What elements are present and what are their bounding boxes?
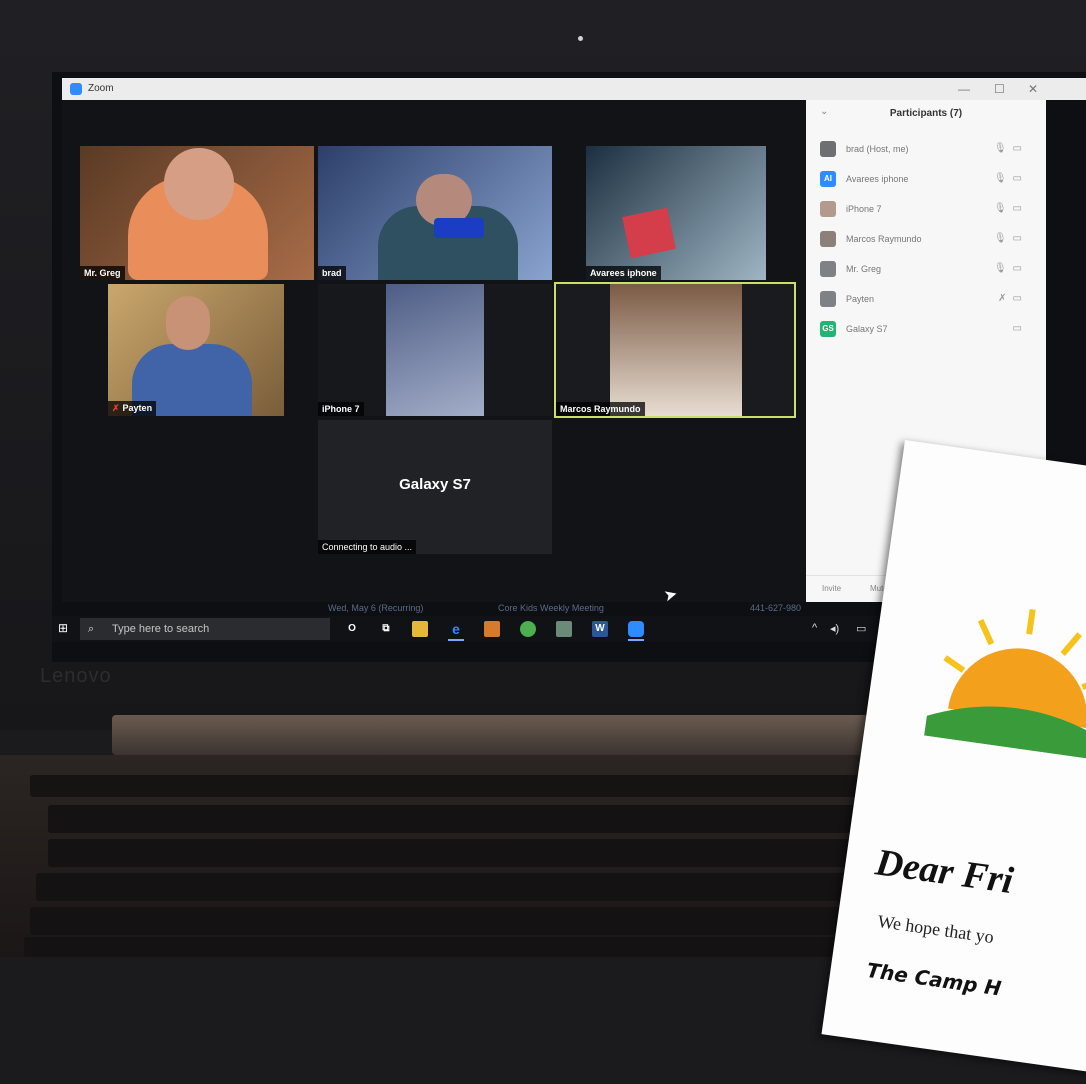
tile-name-label: Marcos Raymundo xyxy=(556,402,645,416)
function-key-row xyxy=(30,775,930,797)
cortana-icon[interactable]: O xyxy=(344,621,360,637)
participant-name: Marcos Raymundo xyxy=(846,234,922,244)
mic-camera-icons: 🎙▭ xyxy=(993,143,1028,154)
mic-muted-camera-icons: ✗▭ xyxy=(998,293,1028,304)
letter-body-text: We hope that yo xyxy=(876,910,996,948)
participant-item[interactable]: brad (Host, me) 🎙▭ xyxy=(816,140,1036,162)
close-button[interactable]: ✕ xyxy=(1028,78,1038,100)
participants-title: Participants (7) xyxy=(889,108,963,119)
participant-item[interactable]: Mr. Greg 🎙▭ xyxy=(816,260,1036,282)
tile-name-label: Avarees iphone xyxy=(586,266,661,280)
word-icon[interactable]: W xyxy=(592,621,608,637)
video-gallery: Mr. Greg brad Avarees iphone ✗ Payten iPh… xyxy=(62,100,806,602)
meeting-phone: 441-627-980 xyxy=(750,603,802,613)
volume-icon[interactable]: ◂) xyxy=(830,622,839,635)
tray-chevron-icon[interactable]: ^ xyxy=(812,622,817,634)
sunrise-logo-icon xyxy=(924,608,1086,761)
participant-video xyxy=(610,284,742,416)
qwerty-key-row xyxy=(48,839,948,867)
search-placeholder: Type here to search xyxy=(112,623,210,635)
phone-in-hand xyxy=(434,218,484,238)
tile-center-name: Galaxy S7 xyxy=(399,476,471,493)
chrome-icon[interactable] xyxy=(520,621,536,637)
avatar xyxy=(820,231,836,247)
mic-camera-off-icons: 🎙▭ xyxy=(993,233,1028,244)
laptop-brand-logo: Lenovo xyxy=(40,665,112,687)
avatar xyxy=(820,141,836,157)
laptop-hinge xyxy=(112,715,952,755)
tile-name-label: ✗ Payten xyxy=(108,401,157,416)
meeting-topic: Core Kids Weekly Meeting xyxy=(498,603,604,613)
bottom-letter-row xyxy=(30,907,930,935)
avatar xyxy=(820,291,836,307)
zoom-logo-icon xyxy=(70,83,82,95)
avatar xyxy=(820,201,836,217)
home-key-row xyxy=(36,873,936,901)
mic-camera-icons: 🎙▭ xyxy=(993,203,1028,214)
active-app-indicator xyxy=(448,639,464,641)
outlook-icon[interactable] xyxy=(484,621,500,637)
zoom-titlebar: Zoom — ☐ ✕ xyxy=(62,78,1086,100)
letter-subheading: The Camp H xyxy=(865,957,1003,1001)
mic-camera-icons: 🎙▭ xyxy=(993,173,1028,184)
invite-button[interactable]: Invite xyxy=(822,584,841,593)
participant-item[interactable]: GS Galaxy S7 ▭ xyxy=(816,320,1036,342)
participant-item[interactable]: iPhone 7 🎙▭ xyxy=(816,200,1036,222)
tile-name-label: Mr. Greg xyxy=(80,266,125,280)
camera-off-icon: ▭ xyxy=(1012,323,1028,334)
windows-start-icon[interactable]: ⊞ xyxy=(58,621,72,635)
video-tile[interactable]: brad xyxy=(318,146,552,280)
video-tile-active-speaker[interactable]: Marcos Raymundo xyxy=(554,282,796,418)
file-explorer-icon[interactable] xyxy=(412,621,428,637)
participant-item[interactable]: Marcos Raymundo 🎙▭ xyxy=(816,230,1036,252)
mic-muted-icon: ✗ xyxy=(112,403,120,413)
participant-item[interactable]: Payten ✗▭ xyxy=(816,290,1036,312)
webcam-icon xyxy=(578,36,583,41)
zoom-taskbar-icon[interactable] xyxy=(628,621,644,637)
spacebar-row xyxy=(24,937,924,957)
active-app-indicator xyxy=(628,639,644,641)
maximize-button[interactable]: ☐ xyxy=(994,78,1005,100)
connecting-audio-status: Connecting to audio ... xyxy=(318,540,417,554)
participant-name: brad (Host, me) xyxy=(846,144,909,154)
window-title: Zoom xyxy=(88,83,114,94)
taskbar-search-input[interactable]: ⌕ Type here to search xyxy=(80,618,330,640)
battery-icon[interactable]: ▭ xyxy=(856,622,866,635)
participant-name: Mr. Greg xyxy=(846,264,882,274)
video-tile[interactable]: Avarees iphone xyxy=(586,146,766,280)
participant-name: Galaxy S7 xyxy=(846,324,888,334)
task-view-icon[interactable]: ⧉ xyxy=(378,621,394,637)
video-tile[interactable]: Galaxy S7 Connecting to audio ... xyxy=(318,420,552,554)
video-tile[interactable]: ✗ Payten xyxy=(108,284,284,416)
number-key-row xyxy=(48,805,948,833)
tile-name-label: iPhone 7 xyxy=(318,402,364,416)
participant-item[interactable]: AI Avarees iphone 🎙▭ xyxy=(816,170,1036,192)
video-tile[interactable]: Mr. Greg xyxy=(80,146,314,280)
avatar: AI xyxy=(820,171,836,187)
mic-camera-icons: 🎙▭ xyxy=(993,263,1028,274)
photos-icon[interactable] xyxy=(556,621,572,637)
participant-face xyxy=(166,296,210,350)
tile-name-text: Payten xyxy=(122,403,153,413)
meeting-date: Wed, May 6 (Recurring) xyxy=(328,603,424,613)
participant-name: Avarees iphone xyxy=(846,174,909,184)
search-icon: ⌕ xyxy=(88,623,95,635)
minimize-button[interactable]: — xyxy=(958,78,970,100)
participant-name: iPhone 7 xyxy=(846,204,882,214)
participant-face xyxy=(164,148,234,220)
participant-video xyxy=(386,284,484,416)
edge-browser-icon[interactable]: e xyxy=(448,621,464,637)
tile-name-label: brad xyxy=(318,266,346,280)
participant-name: Payten xyxy=(846,294,875,304)
participant-video xyxy=(622,207,676,259)
letter-heading: Dear Fri xyxy=(873,841,1016,903)
avatar: GS xyxy=(820,321,836,337)
video-tile[interactable]: iPhone 7 xyxy=(318,284,552,416)
avatar xyxy=(820,261,836,277)
